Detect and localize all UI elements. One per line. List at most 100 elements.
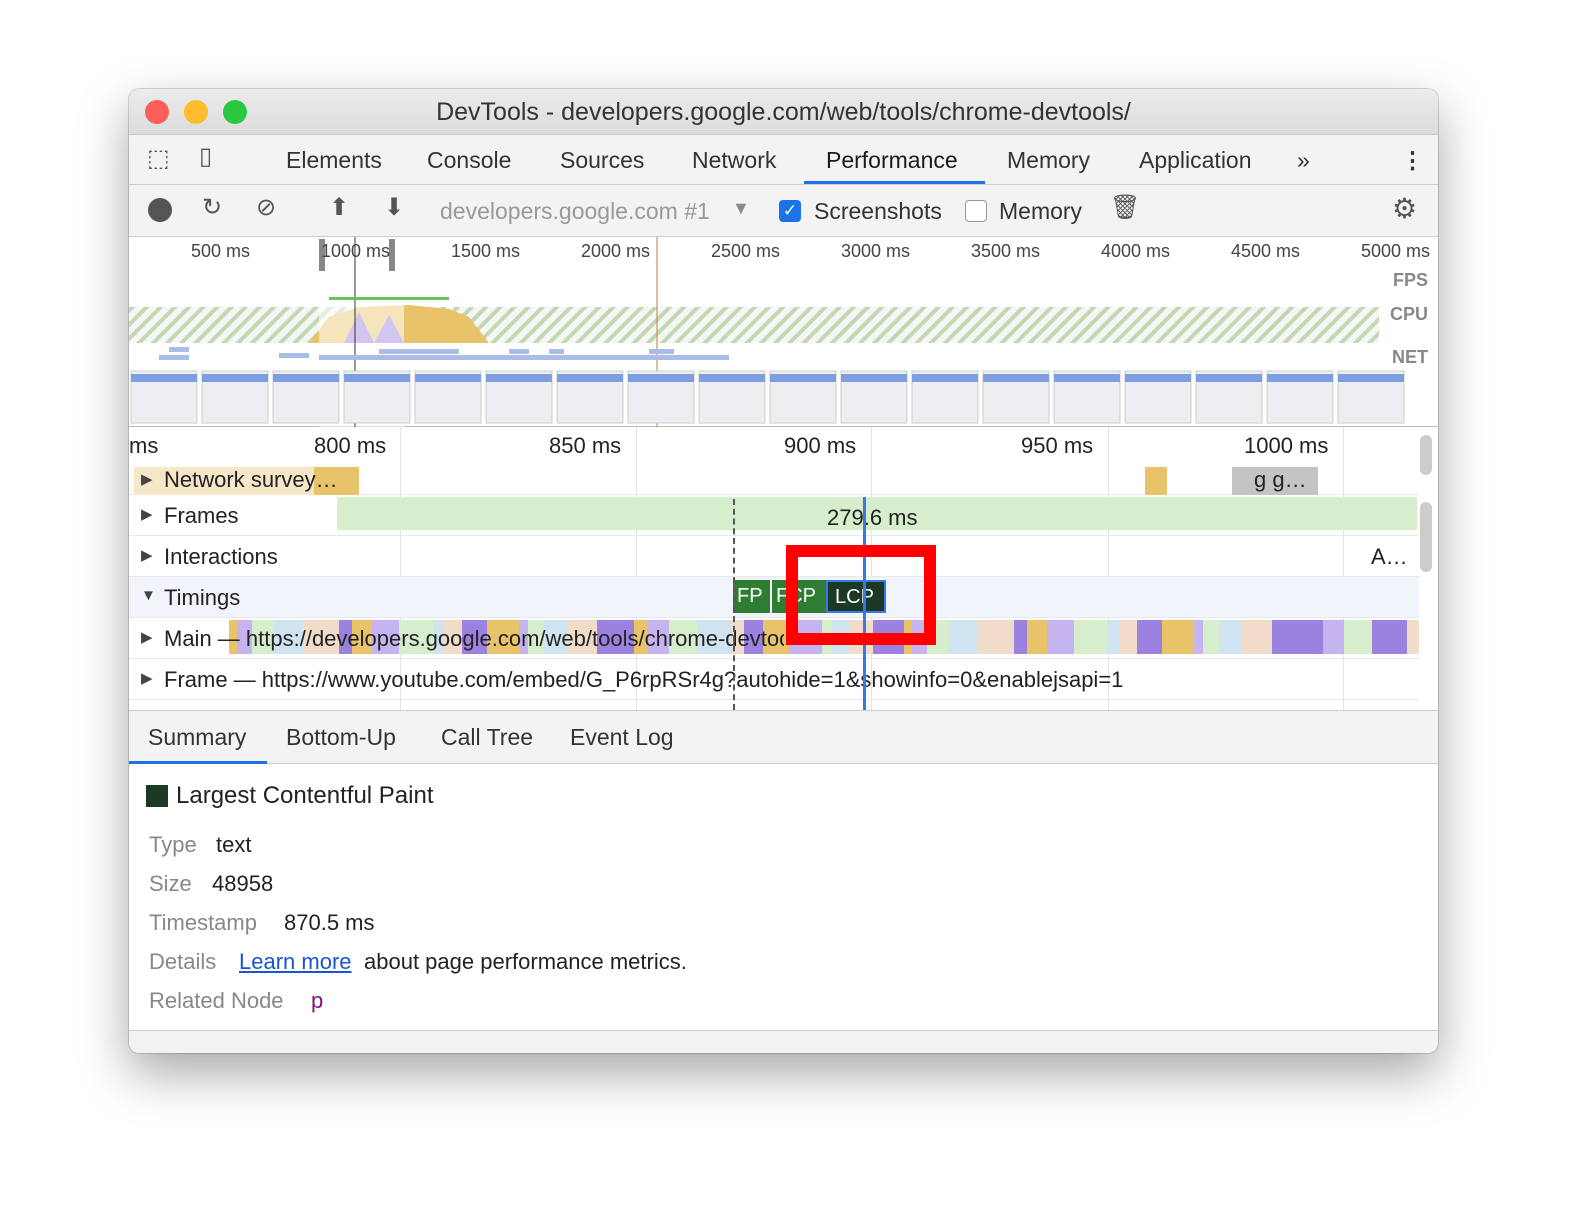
main-task-bar[interactable] [1162, 620, 1194, 654]
reload-icon[interactable]: ↻ [202, 196, 222, 220]
collapse-triangle-icon[interactable]: ▼ [141, 587, 156, 604]
ruler-tick: ms [129, 433, 159, 458]
main-task-bar[interactable] [1119, 620, 1137, 654]
type-value: text [216, 832, 252, 857]
timestamp-value: 870.5 ms [284, 910, 375, 935]
screenshot-header [415, 374, 481, 382]
download-icon[interactable]: ⬇ [384, 196, 404, 220]
summary-title: Largest Contentful Paint [176, 782, 434, 809]
interaction-item[interactable]: A… [1371, 544, 1408, 570]
summary-panel: Largest Contentful Paint Type text Size … [129, 764, 1438, 1031]
interactions-track[interactable]: ▶ Interactions A… [129, 536, 1419, 577]
main-task-bar[interactable] [1074, 620, 1108, 654]
color-swatch [146, 785, 168, 807]
screenshot-header [699, 374, 765, 382]
frame-duration: 279.6 ms [827, 505, 918, 530]
frames-track[interactable]: ▶ Frames 279.6 ms [129, 495, 1419, 536]
main-task-bar[interactable] [1407, 620, 1419, 654]
inspect-element-icon[interactable]: ⬚ [147, 147, 170, 171]
expand-triangle-icon[interactable]: ▶ [141, 546, 153, 564]
screenshots-label: Screenshots [814, 198, 942, 224]
more-tabs-icon[interactable]: » [1297, 147, 1310, 174]
details-tabs: Summary Bottom-Up Call Tree Event Log [129, 710, 1438, 764]
tab-console[interactable]: Console [427, 147, 511, 174]
interactions-track-label: Interactions [164, 544, 278, 569]
tab-network[interactable]: Network [692, 147, 776, 174]
main-task-bar[interactable] [1309, 620, 1323, 654]
tab-bottom-up[interactable]: Bottom-Up [286, 724, 396, 751]
upload-icon[interactable]: ⬆ [329, 196, 349, 220]
screenshot-header [344, 374, 410, 382]
screenshot-header [131, 374, 197, 382]
trash-icon[interactable]: 🗑 [1110, 196, 1140, 220]
screenshots-checkbox[interactable]: ✓ [779, 200, 801, 222]
main-task-bar[interactable] [1108, 620, 1119, 654]
timeline-overview[interactable]: 500 ms 1000 ms 1500 ms 2000 ms 2500 ms 3000 m… [129, 237, 1438, 427]
scrollbar[interactable] [1420, 435, 1432, 475]
screenshot-header [486, 374, 552, 382]
timings-track[interactable]: ▼ Timings FP FCP LCP [129, 577, 1419, 618]
main-task-bar[interactable] [1203, 620, 1219, 654]
clear-icon[interactable]: ⊘ [256, 196, 276, 220]
expand-triangle-icon[interactable]: ▶ [141, 505, 153, 523]
main-task-bar[interactable] [949, 620, 978, 654]
overview-tick: 2000 ms [581, 241, 651, 261]
network-bar [549, 349, 564, 354]
expand-triangle-icon[interactable]: ▶ [141, 628, 153, 646]
flame-chart[interactable]: ms 800 ms 850 ms 900 ms 950 ms 1000 ms ▶… [129, 427, 1438, 710]
tab-event-log[interactable]: Event Log [570, 724, 674, 751]
tab-elements[interactable]: Elements [286, 147, 382, 174]
overview-tick: 5000 ms [1361, 241, 1431, 261]
target-select[interactable]: developers.google.com #1 [440, 198, 710, 225]
network-bar [159, 355, 189, 360]
gear-icon[interactable]: ⚙ [1392, 195, 1417, 223]
main-task-bar[interactable] [978, 620, 1014, 654]
tab-performance[interactable]: Performance [826, 147, 958, 174]
screenshot-header [202, 374, 268, 382]
main-task-bar[interactable] [1137, 620, 1162, 654]
main-task-bar[interactable] [1272, 620, 1309, 654]
main-task-bar[interactable] [1047, 620, 1074, 654]
frames-track-label: Frames [164, 503, 239, 528]
expand-triangle-icon[interactable]: ▶ [141, 669, 153, 687]
main-task-bar[interactable] [1323, 620, 1344, 654]
network-bar [649, 349, 674, 354]
frame-track-label: Frame — https://www.youtube.com/embed/G_… [164, 667, 1124, 692]
main-track[interactable]: ▶ Main — https://developers.google.com/w… [129, 618, 1419, 659]
tab-memory[interactable]: Memory [1007, 147, 1090, 174]
tab-summary[interactable]: Summary [148, 724, 246, 751]
main-task-bar[interactable] [1372, 620, 1407, 654]
memory-checkbox[interactable] [965, 200, 987, 222]
related-node-link[interactable]: p [311, 988, 323, 1014]
frame-track[interactable]: ▶ Frame — https://www.youtube.com/embed/… [129, 659, 1419, 700]
tab-sources[interactable]: Sources [560, 147, 644, 174]
screenshot-header [770, 374, 836, 382]
kebab-menu-icon[interactable]: ⋮ [1401, 147, 1424, 174]
expand-triangle-icon[interactable]: ▶ [141, 470, 153, 488]
overview-tick: 4000 ms [1101, 241, 1171, 261]
timestamp-key: Timestamp [149, 910, 257, 935]
network-bar [379, 349, 459, 354]
main-task-bar[interactable] [1242, 620, 1272, 654]
record-icon[interactable] [148, 198, 172, 222]
learn-more-link[interactable]: Learn more [239, 949, 352, 975]
ruler-tick: 850 ms [549, 433, 622, 458]
size-value: 48958 [212, 871, 274, 896]
screenshot-header [1125, 374, 1191, 382]
main-task-bar[interactable] [1027, 620, 1047, 654]
main-task-bar[interactable] [1219, 620, 1242, 654]
screenshot-header [273, 374, 339, 382]
main-task-bar[interactable] [1014, 620, 1027, 654]
chevron-down-icon[interactable]: ▼ [732, 198, 750, 219]
tab-application[interactable]: Application [1139, 147, 1252, 174]
main-task-bar[interactable] [1194, 620, 1203, 654]
scrollbar-thumb[interactable] [1420, 502, 1432, 572]
details-text: about page performance metrics. [364, 949, 687, 974]
screenshot-header [1267, 374, 1333, 382]
tab-call-tree[interactable]: Call Tree [441, 724, 533, 751]
network-track[interactable]: ▶ Network survey… g g… [129, 461, 1419, 495]
main-task-bar[interactable] [1344, 620, 1372, 654]
ruler-tick: 1000 ms [1244, 433, 1329, 458]
fp-marker[interactable]: FP [733, 580, 770, 613]
device-toolbar-icon[interactable]: ▯ [199, 145, 212, 169]
